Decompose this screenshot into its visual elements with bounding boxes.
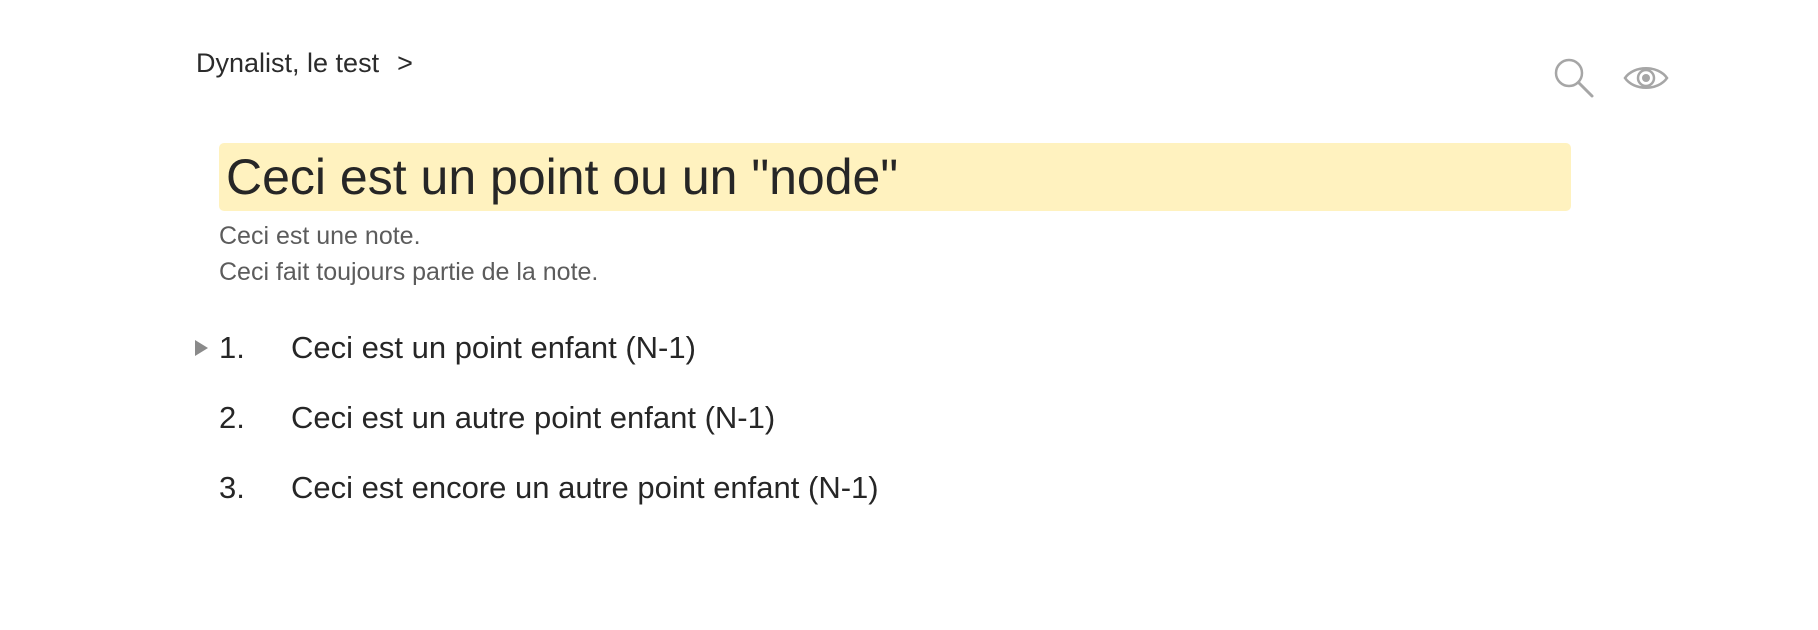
child-number: 2. xyxy=(219,400,245,435)
node-title-field[interactable]: Ceci est un point ou un "node" xyxy=(219,143,1571,211)
node-note[interactable]: Ceci est une note. Ceci fait toujours pa… xyxy=(219,218,598,290)
view-toggle-button[interactable] xyxy=(1620,52,1672,104)
breadcrumb-separator: > xyxy=(397,48,413,78)
child-text[interactable]: Ceci est un point enfant (N-1) xyxy=(291,330,696,366)
search-icon xyxy=(1554,58,1594,98)
toolbar xyxy=(1548,52,1672,104)
note-line: Ceci est une note. xyxy=(219,222,421,250)
child-text[interactable]: Ceci est encore un autre point enfant (N… xyxy=(291,470,879,506)
note-line: Ceci fait toujours partie de la note. xyxy=(219,258,599,286)
breadcrumb: Dynalist, le test > xyxy=(196,48,413,79)
node-title: Ceci est un point ou un "node" xyxy=(226,149,899,205)
child-number: 1. xyxy=(219,330,245,365)
eye-icon xyxy=(1623,67,1669,89)
document-page: Dynalist, le test > Ceci est un point ou… xyxy=(0,0,1818,630)
child-number: 3. xyxy=(219,470,245,505)
breadcrumb-item-document[interactable]: Dynalist, le test xyxy=(196,48,379,79)
child-text[interactable]: Ceci est un autre point enfant (N-1) xyxy=(291,400,775,436)
expand-triangle-icon[interactable] xyxy=(195,340,208,356)
search-button[interactable] xyxy=(1548,52,1600,104)
